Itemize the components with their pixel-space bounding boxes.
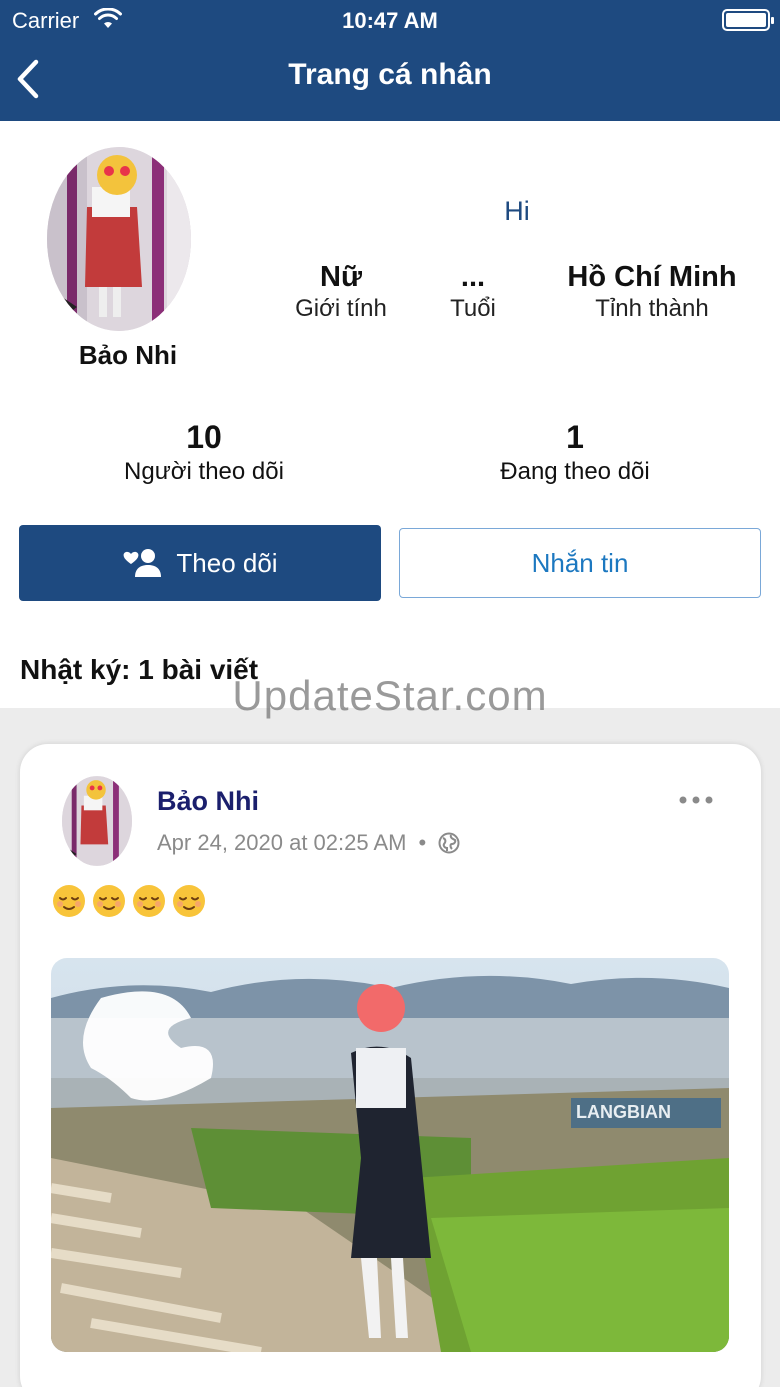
user-heart-icon <box>124 549 162 577</box>
clock: 10:47 AM <box>342 8 438 33</box>
post-timestamp: Apr 24, 2020 at 02:25 AM <box>157 830 407 855</box>
followers-count: 10 <box>186 419 222 455</box>
city-info: Hồ Chí Minh Tỉnh thành <box>552 260 752 324</box>
age-info: ... Tuổi <box>423 260 523 324</box>
profile-name: Bảo Nhi <box>78 340 178 370</box>
page-title: Trang cá nhân <box>288 58 492 91</box>
follow-button[interactable]: Theo dõi <box>19 525 381 601</box>
city-label: Tỉnh thành <box>595 295 709 322</box>
post-content <box>52 884 206 918</box>
followers-label: Người theo dõi <box>124 458 284 485</box>
gender-value: Nữ <box>320 261 362 293</box>
follow-label: Theo dõi <box>176 547 278 578</box>
post-avatar-photo <box>62 776 132 866</box>
following-stat[interactable]: 1 Đang theo dõi <box>425 418 725 488</box>
age-label: Tuổi <box>450 295 496 322</box>
gender-label: Giới tính <box>295 295 387 322</box>
post-meta: Apr 24, 2020 at 02:25 AM • <box>157 830 460 856</box>
relieved-face-emoji-icon <box>53 885 85 917</box>
message-label: Nhắn tin <box>531 547 629 578</box>
gender-info: Nữ Giới tính <box>276 260 406 324</box>
post-card: Bảo Nhi Apr 24, 2020 at 02:25 AM • LANGB… <box>20 744 761 1387</box>
meta-separator: • <box>418 830 427 855</box>
langbiang-sign: LANGBIAN <box>576 1102 671 1122</box>
city-value: Hồ Chí Minh <box>567 261 737 293</box>
relieved-face-emoji-icon <box>173 885 205 917</box>
age-value: ... <box>460 261 486 293</box>
profile-bio: Hi <box>504 196 530 226</box>
post-author-name[interactable]: Bảo Nhi <box>157 786 259 817</box>
watermark: UpdateStar.com <box>232 672 548 719</box>
profile-avatar[interactable] <box>47 147 191 331</box>
message-button[interactable]: Nhắn tin <box>399 528 761 598</box>
post-author-avatar[interactable] <box>62 776 132 866</box>
profile-photo <box>47 147 191 331</box>
relieved-face-emoji-icon <box>93 885 125 917</box>
battery-icon <box>722 9 774 31</box>
post-image[interactable]: LANGBIAN <box>51 958 729 1352</box>
more-horizontal-icon <box>679 796 713 804</box>
following-label: Đang theo dõi <box>500 458 650 485</box>
followers-stat[interactable]: 10 Người theo dõi <box>54 418 354 488</box>
status-bar: Carrier 10:47 AM <box>0 0 780 40</box>
following-count: 1 <box>566 419 584 455</box>
post-more-button[interactable] <box>677 788 717 812</box>
relieved-face-emoji-icon <box>133 885 165 917</box>
globe-icon <box>438 832 460 854</box>
landscape-photo: LANGBIAN <box>51 958 729 1352</box>
app-header: Carrier 10:47 AM Trang cá nhân <box>0 0 780 121</box>
